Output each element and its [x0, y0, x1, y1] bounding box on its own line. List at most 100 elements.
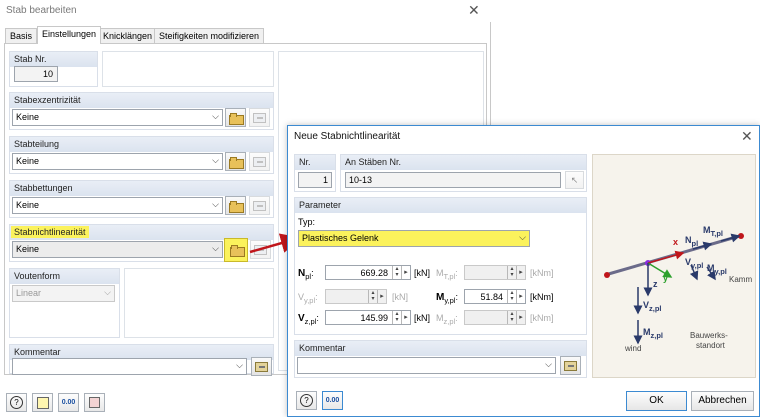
teilung-select[interactable]: Keine ⌵ — [12, 153, 223, 170]
ok-button[interactable]: OK — [626, 391, 687, 411]
spin-updown-icon[interactable]: ▴ ▾ — [507, 311, 516, 324]
fig-mzpl-label: Mz,pl — [643, 327, 663, 340]
spin-menu-icon[interactable]: ▸ — [401, 266, 410, 279]
pick-cursor-icon: ↖ — [570, 174, 579, 185]
dialog-title: Neue Stabnichtlinearität — [294, 131, 401, 142]
bettungen-select[interactable]: Keine ⌵ — [12, 197, 223, 214]
nr-group: Nr. 1 — [294, 154, 336, 192]
chevron-down-icon: ⌵ — [545, 359, 552, 369]
folder-new-icon — [229, 156, 244, 169]
mzpl-input[interactable]: ▴ ▾ ▸ — [464, 310, 526, 325]
edit-icon — [253, 156, 266, 167]
vzpl-input[interactable]: 145.99 ▴ ▾ ▸ — [325, 310, 411, 325]
spin-menu-icon[interactable]: ▸ — [377, 290, 386, 303]
folder-new-icon — [229, 112, 244, 125]
kommentar-select[interactable]: ⌵ — [12, 358, 247, 375]
tab-steifigkeiten[interactable]: Steifigkeiten modifizieren — [154, 28, 265, 43]
nichtlinearitaet-value: Keine — [16, 244, 40, 254]
tab-basis[interactable]: Basis — [5, 28, 38, 43]
units-button[interactable]: 0.00 — [322, 391, 343, 410]
vypl-input[interactable]: ▴ ▾ ▸ — [325, 289, 387, 304]
spin-updown-icon[interactable]: ▴ ▾ — [392, 311, 401, 324]
edit-notes-button[interactable] — [32, 393, 53, 412]
hinge-figure: Npl MT,pl x y Vy,pl My,pl z Vz,pl Mz,pl … — [592, 154, 756, 378]
edit-exzentrizitaet-button[interactable] — [249, 108, 270, 127]
mypl-value: 51.84 — [480, 292, 503, 302]
cancel-button[interactable]: Abbrechen — [691, 391, 754, 411]
neue-stabnichtlinearitaet-dialog: Neue Stabnichtlinearität ✕ Nr. 1 An Stäb… — [287, 125, 760, 417]
tab-knicklaengen[interactable]: Knicklängen — [98, 28, 158, 43]
voutenform-preview — [124, 268, 274, 338]
mypl-label: My,pl: — [436, 292, 458, 305]
fig-npl-label: Npl — [685, 235, 699, 248]
help-button[interactable]: ? — [296, 391, 317, 410]
mypl-unit: [kNm] — [530, 292, 554, 302]
vypl-label: Vy,pl: — [298, 292, 318, 305]
voutenform-select[interactable]: Linear ⌵ — [12, 285, 115, 302]
npl-label: Npl: — [298, 268, 314, 281]
help-button[interactable]: ? — [6, 393, 27, 412]
bettungen-value: Keine — [16, 200, 40, 210]
fig-kamm-label: Kamm — [729, 275, 753, 284]
new-exzentrizitaet-button[interactable] — [225, 108, 246, 127]
spin-updown-icon[interactable]: ▴ ▾ — [392, 266, 401, 279]
node-start — [604, 272, 610, 278]
chevron-down-icon: ⌵ — [104, 287, 111, 297]
spin-menu-icon[interactable]: ▸ — [516, 290, 525, 303]
close-icon[interactable]: ✕ — [741, 129, 753, 143]
mzpl-label: Mz,pl: — [436, 313, 458, 326]
kommentar-select[interactable]: ⌵ — [297, 357, 556, 374]
title-bar: Neue Stabnichtlinearität ✕ — [288, 126, 759, 147]
mypl-input[interactable]: 51.84 ▴ ▾ ▸ — [464, 289, 526, 304]
new-nichtlinearitaet-button[interactable] — [224, 238, 248, 262]
fig-bauwerk-label-2: standort — [696, 341, 725, 350]
exzentrizitaet-label: Stabexzentrizität — [10, 93, 273, 108]
chevron-down-icon: ⌵ — [212, 199, 219, 209]
pick-members-button[interactable]: ↖ — [565, 171, 584, 189]
nichtlinearitaet-select[interactable]: Keine ⌵ — [12, 241, 223, 258]
kommentar-library-button[interactable] — [560, 356, 581, 375]
voutenform-label: Voutenform — [10, 269, 119, 284]
exzentrizitaet-select[interactable]: Keine ⌵ — [12, 109, 223, 126]
spin-menu-icon[interactable]: ▸ — [516, 266, 525, 279]
new-bettungen-button[interactable] — [225, 196, 246, 215]
typ-select[interactable]: Plastisches Gelenk ⌵ — [298, 230, 530, 247]
nr-field[interactable]: 1 — [298, 172, 332, 188]
fig-x-label: x — [673, 237, 679, 247]
pencil-note-icon — [36, 396, 49, 409]
npl-value: 669.28 — [360, 268, 388, 278]
teilung-value: Keine — [16, 156, 40, 166]
chevron-down-icon: ⌵ — [236, 360, 243, 370]
title-bar: Stab bearbeiten ✕ — [0, 0, 491, 22]
nichtlinearitaet-label: Stabnichtlinearität — [11, 226, 89, 238]
units-button[interactable]: 0.00 — [58, 393, 79, 412]
spin-menu-icon[interactable]: ▸ — [516, 311, 525, 324]
pick-button[interactable] — [84, 393, 105, 412]
npl-input[interactable]: 669.28 ▴ ▾ ▸ — [325, 265, 411, 280]
spin-updown-icon[interactable]: ▴ ▾ — [507, 290, 516, 303]
mtpl-label: MT,pl: — [436, 268, 458, 281]
edit-teilung-button[interactable] — [249, 152, 270, 171]
stab-nr-field[interactable]: 10 — [14, 66, 58, 82]
staebe-label: An Stäben Nr. — [341, 155, 586, 170]
fig-vzpl-label: Vz,pl — [643, 300, 662, 313]
fig-y-label: y — [663, 273, 669, 283]
vzpl-label: Vz,pl: — [298, 313, 319, 326]
teilung-label: Stabteilung — [10, 137, 273, 152]
edit-bettungen-button[interactable] — [249, 196, 270, 215]
close-icon[interactable]: ✕ — [468, 3, 480, 17]
fig-mtpl-label: MT,pl — [703, 225, 723, 238]
spin-updown-icon[interactable]: ▴ ▾ — [507, 266, 516, 279]
mtpl-input[interactable]: ▴ ▾ ▸ — [464, 265, 526, 280]
spin-menu-icon[interactable]: ▸ — [401, 311, 410, 324]
fig-z-label: z — [653, 279, 658, 289]
edit-icon — [253, 200, 266, 211]
chevron-down-icon: ⌵ — [212, 155, 219, 165]
chevron-down-icon: ⌵ — [212, 243, 219, 253]
new-teilung-button[interactable] — [225, 152, 246, 171]
spin-updown-icon[interactable]: ▴ ▾ — [368, 290, 377, 303]
staebe-field[interactable]: 10-13 — [345, 172, 561, 188]
kommentar-library-button[interactable] — [251, 357, 272, 376]
vypl-unit: [kN] — [392, 292, 409, 302]
tab-einstellungen[interactable]: Einstellungen — [37, 26, 102, 44]
